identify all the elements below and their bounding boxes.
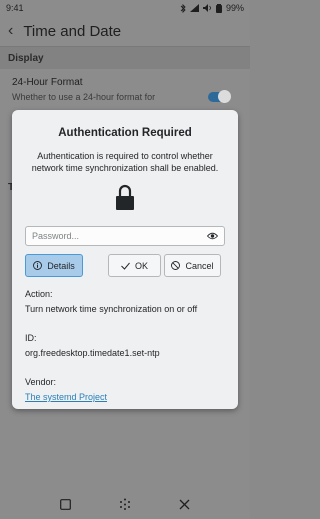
dialog-message: Authentication is required to control wh… [31,151,219,173]
info-icon [33,261,43,270]
back-arrow-icon[interactable]: ‹ [8,22,13,40]
vendor-link[interactable]: The systemd Project [25,392,225,402]
action-value: Turn network time synchronization on or … [25,304,198,314]
status-time: 9:41 [6,3,24,13]
battery-level: 99% [225,3,244,13]
cancel-icon [171,261,181,270]
auth-dialog: Authentication Required Authentication i… [12,110,238,409]
ok-label: OK [134,260,148,271]
setting-24hour[interactable]: 24-Hour Format Whether to use a 24-hour … [0,69,250,110]
details-button[interactable]: Details [25,254,83,277]
app-launcher-icon[interactable] [119,498,131,510]
navigation-bar [0,489,250,519]
vendor-label: Vendor: [25,377,57,387]
overview-square-icon[interactable] [60,498,71,510]
details-label: Details [47,260,75,271]
password-field[interactable] [25,226,225,246]
cancel-label: Cancel [185,260,214,271]
dialog-title: Authentication Required [58,127,192,139]
setting-title: 24-Hour Format [12,77,83,88]
close-icon[interactable] [179,499,190,510]
bluetooth-icon [180,3,186,13]
checkmark-icon [121,262,130,270]
signal-icon [189,4,199,12]
volume-icon [202,4,211,12]
lock-icon [116,184,134,210]
status-bar: 9:41 99% [0,0,250,16]
id-label: ID: [25,333,37,343]
setting-desc: Whether to use a 24-hour format for [12,92,156,102]
id-value: org.freedesktop.timedate1.set-ntp [25,348,160,358]
app-titlebar: ‹ Time and Date [0,16,250,46]
details-section: Action: Turn network time synchronizatio… [25,289,225,402]
show-password-icon[interactable] [207,232,218,240]
page-title: Time and Date [23,22,122,40]
section-display: Display [0,47,250,69]
battery-icon [215,3,222,13]
ok-button[interactable]: OK [108,254,161,277]
action-label: Action: [25,289,53,299]
cancel-button[interactable]: Cancel [164,254,221,277]
password-input[interactable] [32,231,207,241]
toggle-switch[interactable] [208,90,231,103]
